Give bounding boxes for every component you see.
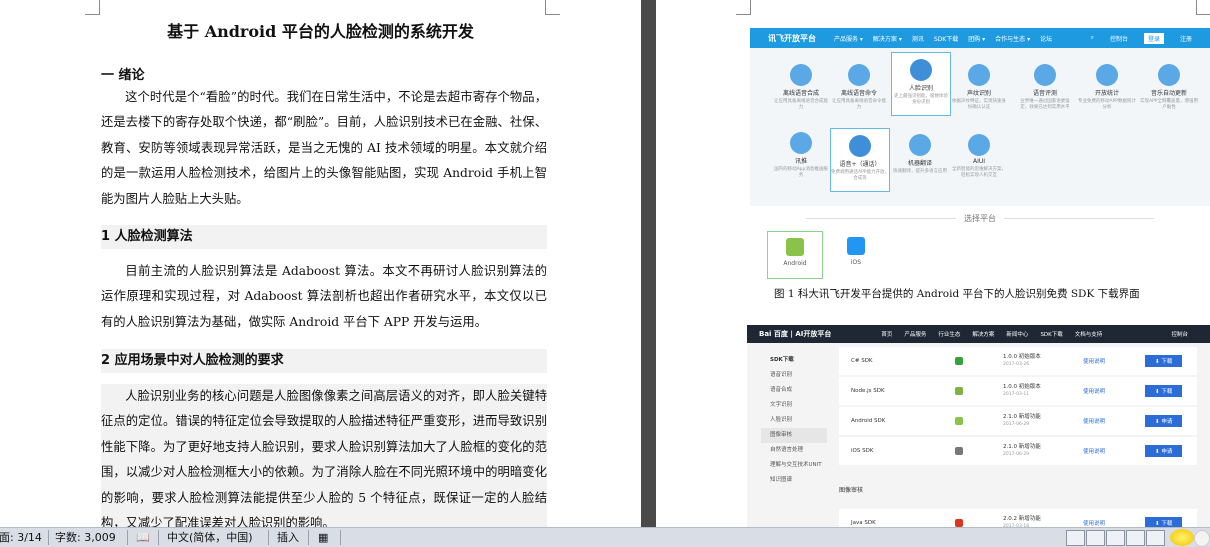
xunfei-screenshot: 讯飞开放平台 产品服务 ▾ 解决方案 ▾ 测讯 SDK下载 团购 ▾ 合作与生态… [750, 28, 1210, 206]
product-tile: AIUI 全新智能的思维解决方案，轻松实现人机交互 [950, 128, 1008, 190]
java-icon [955, 519, 963, 527]
product-tile: 声纹识别 依据声纹特征，实现快速身份确认认证 [950, 58, 1008, 120]
sdk-row: iOS SDK 2.1.0 新增功能 2017-06-29 使用说明 ⬇ 申请 [839, 437, 1197, 465]
nav-item: 测讯 [911, 35, 924, 43]
outline-view-icon[interactable] [1126, 530, 1145, 546]
product-icon [909, 134, 931, 156]
sdk-row: Android SDK 2.1.0 新增功能 2017-06-29 使用说明 ⬇ 申… [839, 407, 1197, 435]
word-count[interactable]: 字数: 3,009 [55, 530, 116, 545]
section-heading: 1 人脸检测算法 [101, 225, 547, 249]
crop-mark [736, 0, 751, 15]
download-button: ⬇ 下载 [1145, 517, 1183, 527]
baidu-logo: Bai 百度 | AI开放平台 [759, 330, 832, 338]
apple-icon [955, 447, 963, 455]
status-bar: 页面: 3/14 字数: 3,009 📖 中文(简体，中国) 插入 ▦ [0, 527, 1210, 547]
apply-button: ⬇ 申请 [1145, 415, 1183, 427]
web-layout-icon[interactable] [1106, 530, 1125, 546]
download-button: ⬇ 下载 [1145, 385, 1183, 397]
login-button: 登录 [1143, 32, 1164, 44]
crop-mark [85, 0, 100, 15]
baidu-navbar: Bai 百度 | AI开放平台 首页 产品服务 行业生态 解决方案 新闻中心 S… [747, 325, 1210, 343]
product-icon [910, 59, 932, 81]
sdk-row: Java SDK 2.0.2 新增功能 2017-03-18 使用说明 ⬇ 下载 [839, 509, 1197, 527]
choose-platform: 选择平台 [750, 213, 1210, 224]
apply-button: ⬇ 申请 [1145, 445, 1183, 457]
section-label: 图像审核 [839, 487, 864, 494]
nav-item: 产品服务 [904, 332, 927, 338]
csharp-icon [955, 357, 963, 365]
nav-item: 解决方案 ▾ [872, 35, 902, 43]
print-layout-icon[interactable] [1066, 530, 1085, 546]
baidu-screenshot: Bai 百度 | AI开放平台 首页 产品服务 行业生态 解决方案 新闻中心 S… [747, 325, 1210, 527]
android-icon [786, 238, 804, 256]
section-heading: 一 绪论 [101, 68, 145, 83]
notification-icon[interactable] [1170, 529, 1194, 546]
section-paragraph: 这个时代是个“看脸”的时代。我们在日常生活中，不论是去超市寄存个物品，还是去楼下… [101, 90, 547, 206]
crop-mark [545, 0, 560, 15]
figure-caption: 图 1 科大讯飞开发平台提供的 Android 平台下的人脸识别免费 SDK 下… [774, 288, 1140, 300]
product-tile: 人脸识别 史上最强识别能，极致体验身份识别 [891, 52, 951, 116]
nav-item: 团购 ▾ [968, 35, 986, 43]
console-link: 控制台 [1171, 332, 1188, 338]
nav-item: SDK下载 [933, 35, 959, 43]
nav-item: 首页 [881, 332, 893, 338]
register-link: 注册 [1179, 35, 1192, 43]
product-icon [1158, 64, 1180, 86]
product-icon [1034, 64, 1056, 86]
product-tile: 开放统计 专业免费的移动APP数据统计分析 [1078, 58, 1136, 120]
download-button: ⬇ 下载 [1145, 355, 1183, 367]
nav-item: 论坛 [1040, 35, 1053, 43]
product-tile: 离线语音合成 让应用具备离线语音合成能力 [772, 58, 830, 120]
sdk-list: C# SDK 1.0.0 初始版本 2017-03-26 使用说明 ⬇ 下载 Nod… [839, 347, 1197, 467]
nav-item: 产品服务 ▾ [834, 35, 863, 43]
android-icon [955, 417, 963, 425]
sdk-list: Java SDK 2.0.2 新增功能 2017-03-18 使用说明 ⬇ 下载 [839, 509, 1197, 527]
nav-item: 文档与支持 [1074, 332, 1103, 338]
product-tile: 离线语音命令 让应用具备离线语音命令能力 [830, 58, 888, 120]
product-icon [968, 64, 990, 86]
xunfei-navbar: 讯飞开放平台 产品服务 ▾ 解决方案 ▾ 测讯 SDK下载 团购 ▾ 合作与生态… [750, 28, 1210, 48]
nav-item: 解决方案 [972, 332, 995, 338]
proofing-icon[interactable]: 📖 [136, 530, 152, 545]
platform-ios: iOS [829, 231, 883, 277]
sdk-row: Node.js SDK 1.0.0 初始版本 2017-03-11 使用说明 ⬇ 下… [839, 377, 1197, 405]
insert-mode[interactable]: 插入 [277, 530, 299, 545]
product-tile: 讯推 国内的移动App消息推送服务 [772, 126, 830, 188]
nodejs-icon [955, 387, 963, 395]
draft-view-icon[interactable] [1146, 530, 1165, 546]
section-heading: 2 应用场景中对人脸检测的要求 [101, 349, 547, 373]
section-paragraph: 目前主流的人脸识别算法是 Adaboost 算法。本文不再研讨人脸识别算法的运作… [101, 264, 547, 329]
full-screen-reading-icon[interactable] [1086, 530, 1105, 546]
xunfei-logo: 讯飞开放平台 [768, 33, 816, 43]
product-icon [790, 132, 812, 154]
apple-icon [847, 237, 865, 255]
nav-item: SDK下载 [1040, 332, 1063, 338]
section-paragraph: 人脸识别业务的核心问题是人脸图像像素之间高层语义的对齐，即人脸关键特征点的定位。… [101, 384, 547, 527]
product-icon [849, 135, 871, 157]
product-tile: 音乐自动更新 实现APP全网覆盖量，增强用户黏性 [1140, 58, 1198, 120]
baidu-sidebar: SDK下载 语音识别 语音合成 文字识别 人脸识别 图像审核 自然语言处理 理解… [761, 353, 827, 488]
nav-item: 新闻中心 [1006, 332, 1029, 338]
product-icon [968, 134, 990, 156]
crop-mark [1196, 0, 1210, 15]
page-indicator[interactable]: 页面: 3/14 [0, 530, 42, 545]
console-link: 控制台 [1109, 35, 1128, 43]
document-page-left[interactable]: 基于 Android 平台的人脸检测的系统开发 一 绪论 这个时代是个“看脸”的… [0, 0, 641, 527]
nav-item: 合作与生态 ▾ [995, 35, 1031, 43]
product-icon [848, 64, 870, 86]
nav-item: 行业生态 [938, 332, 961, 338]
product-icon [1096, 64, 1118, 86]
sdk-row: C# SDK 1.0.0 初始版本 2017-03-26 使用说明 ⬇ 下载 [839, 347, 1197, 375]
zoom-out-icon[interactable] [1194, 530, 1210, 547]
language-indicator[interactable]: 中文(简体，中国) [167, 530, 253, 545]
product-tile: 语音评测 业界唯一通过国家语委鉴定，效果已达到实用水平 [1016, 58, 1074, 120]
macro-icon[interactable]: ▦ [318, 530, 328, 545]
product-icon [790, 64, 812, 86]
search-icon: ⌕ [1090, 34, 1094, 41]
document-title: 基于 Android 平台的人脸检测的系统开发 [167, 22, 474, 41]
product-tile: 机器翻译 快速翻译，提升多语言应用 [891, 128, 949, 190]
product-tile: 语音+（通话） 免费调用通话APP能力开放，合成等 [830, 128, 890, 192]
platform-android: Android [767, 231, 823, 279]
